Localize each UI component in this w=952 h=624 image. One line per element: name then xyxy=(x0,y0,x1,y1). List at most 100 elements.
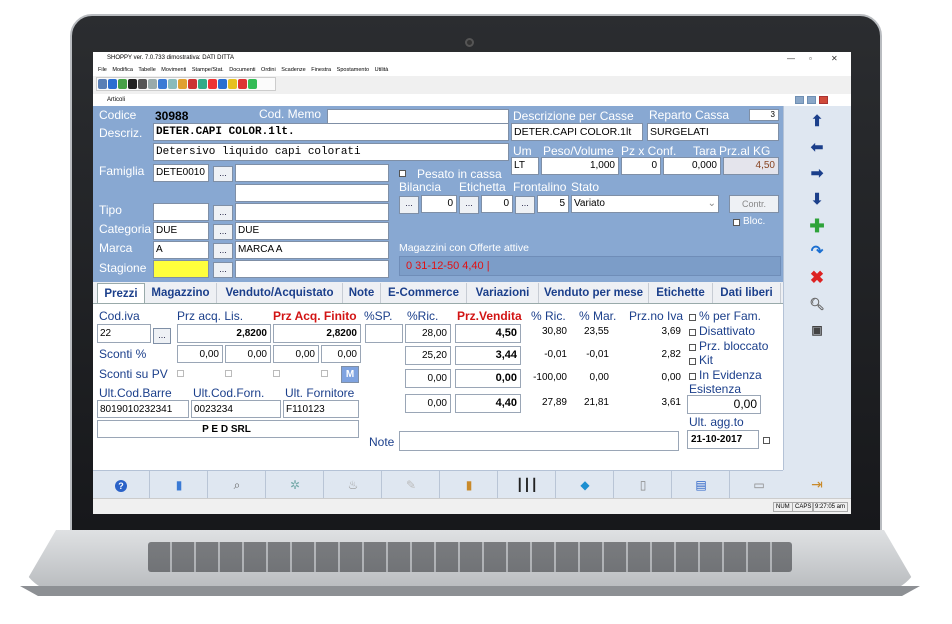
descr-field[interactable]: DETER.CAPI COLOR.1lt. xyxy=(153,123,509,141)
tipo-lookup-button[interactable]: ... xyxy=(213,205,233,221)
edit-icon[interactable]: ✎ xyxy=(383,471,440,499)
tab-dati-liberi[interactable]: Dati liberi xyxy=(713,283,781,303)
sp-field[interactable] xyxy=(365,324,403,343)
codmemo-field[interactable] xyxy=(327,109,509,124)
lamp-icon[interactable]: ♨ xyxy=(325,471,382,499)
note-field[interactable] xyxy=(399,431,679,451)
document-icon[interactable]: ▯ xyxy=(615,471,672,499)
sconto-2-field[interactable]: 0,00 xyxy=(225,345,271,363)
tab-venduto-mese[interactable]: Venduto per mese xyxy=(539,283,649,303)
famiglia-lookup-button[interactable]: ... xyxy=(213,166,233,182)
tool-icon[interactable] xyxy=(118,79,127,89)
ultagg-field[interactable]: 21-10-2017 xyxy=(687,430,759,449)
search-icon[interactable]: ⌕ xyxy=(209,471,266,499)
tool-icon[interactable] xyxy=(168,79,177,89)
menu-tabelle[interactable]: Tabelle xyxy=(138,67,155,73)
tool-icon[interactable] xyxy=(228,79,237,89)
vend-field-3[interactable]: 0,00 xyxy=(455,369,521,388)
tipo-field[interactable] xyxy=(153,203,209,221)
menu-movimenti[interactable]: Movimenti xyxy=(161,67,186,73)
bilancia-field[interactable]: 0 xyxy=(421,195,457,213)
barcode-icon[interactable] xyxy=(138,79,147,89)
desc-casse-field[interactable]: DETER.CAPI COLOR.1lt xyxy=(511,123,643,141)
bloccato-checkbox[interactable] xyxy=(689,344,696,351)
last-record-icon[interactable]: ⬇ xyxy=(784,188,850,212)
vend-field-2[interactable]: 3,44 xyxy=(455,346,521,365)
previous-record-icon[interactable]: ⬅ xyxy=(784,136,850,160)
tab-magazzino[interactable]: Magazzino xyxy=(145,283,217,303)
menu-modifica[interactable]: Modifica xyxy=(112,67,132,73)
save-icon[interactable]: ▣ xyxy=(784,318,850,342)
contr-button[interactable]: Contr. xyxy=(729,195,779,213)
menu-ordini[interactable]: Ordini xyxy=(261,67,276,73)
sconto-1-field[interactable]: 0,00 xyxy=(177,345,223,363)
network-icon[interactable]: ✲ xyxy=(267,471,324,499)
przacq-field[interactable]: 2,8200 xyxy=(177,324,271,343)
minimize-button[interactable]: — xyxy=(787,52,795,65)
ultagg-checkbox[interactable] xyxy=(763,437,770,444)
tab-etichette[interactable]: Etichette xyxy=(649,283,713,303)
codforn-field[interactable]: 0023234 xyxy=(191,400,281,418)
tool-icon[interactable] xyxy=(178,79,187,89)
stato-select[interactable]: Variato ⌄ xyxy=(571,195,719,213)
add-icon[interactable]: ✚ xyxy=(784,214,850,238)
print-icon[interactable]: ▤ xyxy=(673,471,730,499)
close-button[interactable]: ✕ xyxy=(831,52,838,65)
restore-button[interactable]: ▫ xyxy=(809,52,812,65)
child-restore-button[interactable] xyxy=(807,96,816,104)
menu-utilita[interactable]: Utilità xyxy=(375,67,389,73)
um-field[interactable]: LT xyxy=(511,157,539,175)
menu-finestra[interactable]: Finestra xyxy=(311,67,331,73)
help-icon[interactable]: ? xyxy=(93,471,150,499)
search-icon[interactable]: 🔍︎ xyxy=(784,292,850,316)
codiva-field[interactable]: 22 xyxy=(97,324,151,343)
barcode-icon[interactable]: ┃┃┃ xyxy=(499,471,556,499)
etichetta-field[interactable]: 0 xyxy=(481,195,513,213)
bloc-checkbox[interactable] xyxy=(733,219,740,226)
child-close-button[interactable] xyxy=(819,96,828,104)
scontipv-checkbox-3[interactable] xyxy=(273,370,280,377)
sconto-3-field[interactable]: 0,00 xyxy=(273,345,319,363)
tab-venduto-acquistato[interactable]: Venduto/Acquistato xyxy=(217,283,343,303)
ric-field-4[interactable]: 0,00 xyxy=(405,394,451,413)
pesato-checkbox[interactable] xyxy=(399,170,406,177)
reparto-field[interactable]: SURGELATI xyxy=(647,123,779,141)
codiva-lookup-button[interactable]: ... xyxy=(153,328,171,344)
vend-field-4[interactable]: 4,40 xyxy=(455,394,521,413)
kit-checkbox[interactable] xyxy=(689,358,696,365)
tool-icon[interactable] xyxy=(208,79,217,89)
przfinito-field[interactable]: 2,8200 xyxy=(273,324,361,343)
categoria-field[interactable]: DUE xyxy=(153,222,209,240)
scontipv-checkbox-4[interactable] xyxy=(321,370,328,377)
reparto-num-field[interactable]: 3 xyxy=(749,109,779,121)
stagione-field[interactable] xyxy=(153,260,209,278)
list-icon[interactable]: ▮ xyxy=(151,471,208,499)
ric-field-2[interactable]: 25,20 xyxy=(405,346,451,365)
menu-documenti[interactable]: Documenti xyxy=(229,67,255,73)
etichetta-lookup-button[interactable]: ... xyxy=(459,196,479,214)
vend-field-1[interactable]: 4,50 xyxy=(455,324,521,343)
ric-field-1[interactable]: 28,00 xyxy=(405,324,451,343)
tool-icon[interactable] xyxy=(158,79,167,89)
peso-field[interactable]: 1,000 xyxy=(541,157,619,175)
sconto-4-field[interactable]: 0,00 xyxy=(321,345,361,363)
tool-icon[interactable] xyxy=(148,79,157,89)
tool-icon[interactable] xyxy=(98,79,107,89)
tool-icon[interactable] xyxy=(108,79,117,89)
bilancia-lookup-button[interactable]: ... xyxy=(399,196,419,214)
chart-icon[interactable] xyxy=(248,79,257,89)
menu-scadenze[interactable]: Scadenze xyxy=(281,67,305,73)
m-button[interactable]: M xyxy=(341,366,359,383)
menu-stampe[interactable]: Stampe/Stat. xyxy=(192,67,224,73)
tab-prezzi[interactable]: Prezzi xyxy=(97,283,145,303)
perfam-checkbox[interactable] xyxy=(689,314,696,321)
marca-field[interactable]: A xyxy=(153,241,209,259)
exit-icon[interactable]: ⇥ xyxy=(783,470,851,498)
child-minimize-button[interactable] xyxy=(795,96,804,104)
menu-file[interactable]: File xyxy=(98,67,107,73)
frontalino-field[interactable]: 5 xyxy=(537,195,569,213)
first-record-icon[interactable]: ⬆ xyxy=(784,110,850,134)
calculator-icon[interactable]: ▭ xyxy=(731,471,788,499)
ric-field-3[interactable]: 0,00 xyxy=(405,369,451,388)
tool-icon[interactable] xyxy=(128,79,137,89)
